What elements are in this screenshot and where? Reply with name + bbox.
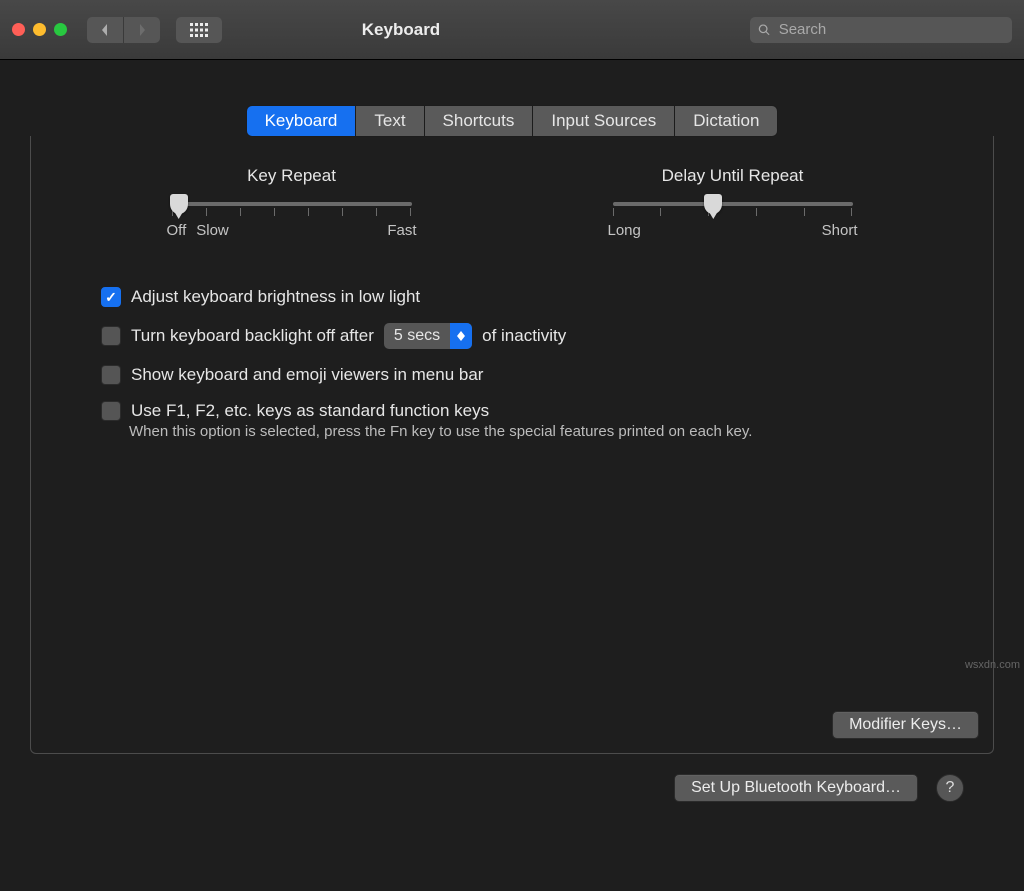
backlight-duration-value: 5 secs (384, 327, 450, 345)
fn-help-text: When this option is selected, press the … (129, 423, 923, 440)
search-input[interactable] (777, 20, 1004, 39)
search-icon (758, 23, 771, 37)
tab-keyboard[interactable]: Keyboard (247, 106, 357, 136)
tab-bar: Keyboard Text Shortcuts Input Sources Di… (246, 105, 779, 137)
backlight-prefix: Turn keyboard backlight off after (131, 326, 374, 346)
key-repeat-group: Key Repeat Off Slow Fast (131, 166, 452, 239)
key-repeat-scale: Off Slow Fast (167, 222, 417, 239)
delay-slider[interactable] (613, 202, 853, 206)
tab-shortcuts[interactable]: Shortcuts (425, 106, 534, 136)
titlebar: Keyboard (0, 0, 1024, 60)
delay-thumb[interactable] (704, 194, 722, 214)
tab-text[interactable]: Text (356, 106, 424, 136)
delay-group: Delay Until Repeat Long Short (572, 166, 893, 239)
viewers-row: Show keyboard and emoji viewers in menu … (101, 365, 923, 385)
delay-label: Delay Until Repeat (662, 166, 804, 186)
window-title: Keyboard (64, 20, 738, 40)
bluetooth-keyboard-button[interactable]: Set Up Bluetooth Keyboard… (674, 774, 918, 802)
fn-row: Use F1, F2, etc. keys as standard functi… (101, 401, 923, 421)
window-controls (12, 23, 67, 36)
settings-panel: Key Repeat Off Slow Fast Delay Until (30, 136, 994, 754)
minimize-window-button[interactable] (33, 23, 46, 36)
tab-dictation[interactable]: Dictation (675, 106, 777, 136)
brightness-label: Adjust keyboard brightness in low light (131, 287, 420, 307)
fn-label: Use F1, F2, etc. keys as standard functi… (131, 401, 489, 421)
backlight-row: Turn keyboard backlight off after 5 secs… (101, 323, 923, 349)
brightness-checkbox[interactable] (101, 287, 121, 307)
help-button[interactable]: ? (936, 774, 964, 802)
brightness-row: Adjust keyboard brightness in low light (101, 287, 923, 307)
fn-checkbox[interactable] (101, 401, 121, 421)
search-field-wrap[interactable] (750, 17, 1012, 43)
backlight-duration-select[interactable]: 5 secs (384, 323, 472, 349)
viewers-checkbox[interactable] (101, 365, 121, 385)
viewers-label: Show keyboard and emoji viewers in menu … (131, 365, 483, 385)
delay-scale: Long Short (608, 222, 858, 239)
tab-input-sources[interactable]: Input Sources (533, 106, 675, 136)
backlight-suffix: of inactivity (482, 326, 566, 346)
key-repeat-thumb[interactable] (170, 194, 188, 214)
modifier-keys-button[interactable]: Modifier Keys… (832, 711, 979, 739)
close-window-button[interactable] (12, 23, 25, 36)
key-repeat-slider[interactable] (172, 202, 412, 206)
stepper-arrows-icon (450, 323, 472, 349)
key-repeat-label: Key Repeat (247, 166, 336, 186)
backlight-checkbox[interactable] (101, 326, 121, 346)
